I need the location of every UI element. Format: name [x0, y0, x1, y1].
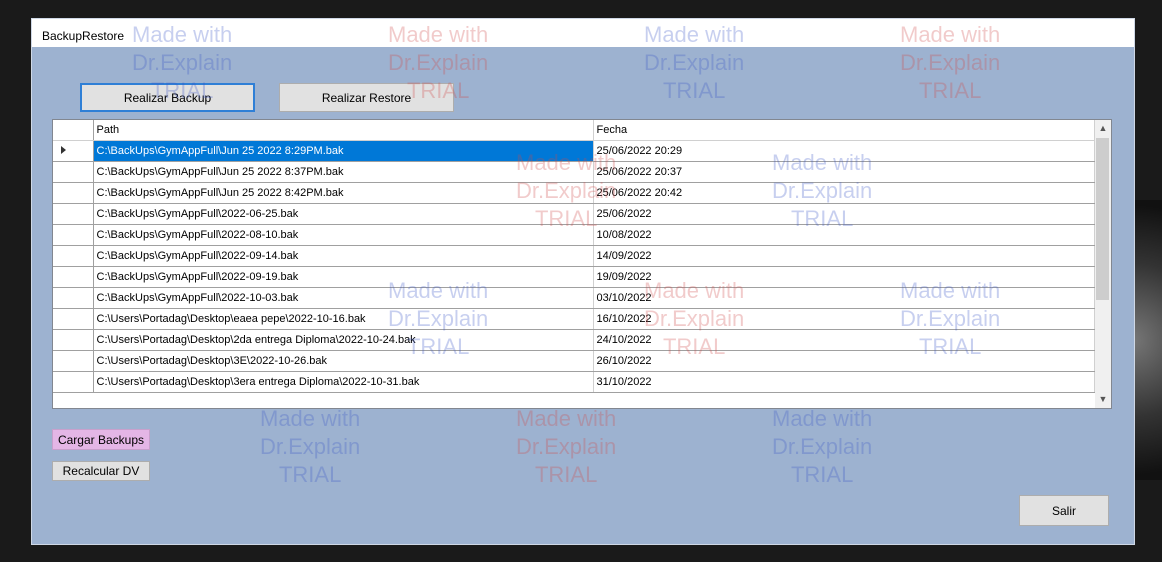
row-header-corner: [53, 120, 94, 141]
cell-fecha[interactable]: 10/08/2022: [593, 224, 1095, 246]
column-header-fecha[interactable]: Fecha: [593, 120, 1095, 141]
backups-table: Path Fecha C:\BackUps\GymAppFull\Jun 25 …: [53, 120, 1095, 393]
scroll-thumb[interactable]: [1096, 138, 1109, 300]
row-header[interactable]: [53, 287, 94, 309]
cell-fecha[interactable]: 19/09/2022: [593, 266, 1095, 288]
row-header[interactable]: [53, 350, 94, 372]
cell-fecha[interactable]: 25/06/2022: [593, 203, 1095, 225]
row-header[interactable]: [53, 203, 94, 225]
table-row[interactable]: C:\Users\Portadag\Desktop\eaea pepe\2022…: [53, 308, 1095, 330]
cell-fecha[interactable]: 26/10/2022: [593, 350, 1095, 372]
realizar-restore-button[interactable]: Realizar Restore: [279, 83, 454, 112]
recalcular-dv-button[interactable]: Recalcular DV: [52, 461, 150, 481]
table-row[interactable]: C:\BackUps\GymAppFull\2022-06-25.bak 25/…: [53, 203, 1095, 225]
trial-watermark: Made with Dr.Explain TRIAL: [260, 406, 361, 487]
table-row[interactable]: C:\BackUps\GymAppFull\Jun 25 2022 8:29PM…: [53, 140, 1095, 162]
row-header[interactable]: [53, 329, 94, 351]
cell-fecha[interactable]: 14/09/2022: [593, 245, 1095, 267]
salir-button[interactable]: Salir: [1019, 495, 1109, 526]
row-header[interactable]: [53, 140, 94, 162]
table-row[interactable]: C:\BackUps\GymAppFull\Jun 25 2022 8:42PM…: [53, 182, 1095, 204]
cell-fecha[interactable]: 25/06/2022 20:37: [593, 161, 1095, 183]
cell-path[interactable]: C:\Users\Portadag\Desktop\3E\2022-10-26.…: [93, 350, 594, 372]
cell-fecha[interactable]: 24/10/2022: [593, 329, 1095, 351]
backup-restore-window: BackupRestore Realizar Backup Realizar R…: [31, 18, 1135, 545]
cell-path[interactable]: C:\BackUps\GymAppFull\Jun 25 2022 8:37PM…: [93, 161, 594, 183]
cell-path[interactable]: C:\BackUps\GymAppFull\2022-10-03.bak: [93, 287, 594, 309]
table-row[interactable]: C:\Users\Portadag\Desktop\3E\2022-10-26.…: [53, 350, 1095, 372]
row-header[interactable]: [53, 371, 94, 393]
cell-path[interactable]: C:\BackUps\GymAppFull\Jun 25 2022 8:29PM…: [93, 140, 594, 162]
cargar-backups-button[interactable]: Cargar Backups: [52, 429, 150, 450]
table-row[interactable]: C:\BackUps\GymAppFull\2022-09-19.bak 19/…: [53, 266, 1095, 288]
cell-fecha[interactable]: 16/10/2022: [593, 308, 1095, 330]
realizar-backup-button[interactable]: Realizar Backup: [80, 83, 255, 112]
cell-path[interactable]: C:\BackUps\GymAppFull\2022-08-10.bak: [93, 224, 594, 246]
row-header[interactable]: [53, 182, 94, 204]
table-row[interactable]: C:\BackUps\GymAppFull\2022-10-03.bak 03/…: [53, 287, 1095, 309]
title-bar: BackupRestore: [32, 19, 1134, 47]
table-row[interactable]: C:\Users\Portadag\Desktop\3era entrega D…: [53, 371, 1095, 393]
table-row[interactable]: C:\BackUps\GymAppFull\2022-08-10.bak 10/…: [53, 224, 1095, 246]
cell-fecha[interactable]: 25/06/2022 20:29: [593, 140, 1095, 162]
cell-path[interactable]: C:\Users\Portadag\Desktop\2da entrega Di…: [93, 329, 594, 351]
chevron-up-icon[interactable]: ▲: [1095, 120, 1111, 137]
cell-fecha[interactable]: 25/06/2022 20:42: [593, 182, 1095, 204]
cell-path[interactable]: C:\Users\Portadag\Desktop\3era entrega D…: [93, 371, 594, 393]
cell-fecha[interactable]: 03/10/2022: [593, 287, 1095, 309]
cell-path[interactable]: C:\Users\Portadag\Desktop\eaea pepe\2022…: [93, 308, 594, 330]
row-header[interactable]: [53, 308, 94, 330]
cell-path[interactable]: C:\BackUps\GymAppFull\Jun 25 2022 8:42PM…: [93, 182, 594, 204]
cell-path[interactable]: C:\BackUps\GymAppFull\2022-06-25.bak: [93, 203, 594, 225]
arrow-right-icon: [61, 145, 66, 154]
row-header[interactable]: [53, 161, 94, 183]
row-header[interactable]: [53, 266, 94, 288]
table-row[interactable]: C:\Users\Portadag\Desktop\2da entrega Di…: [53, 329, 1095, 351]
row-header[interactable]: [53, 224, 94, 246]
cell-fecha[interactable]: 31/10/2022: [593, 371, 1095, 393]
vertical-scrollbar[interactable]: ▲ ▼: [1095, 120, 1111, 408]
table-header-row: Path Fecha: [53, 120, 1095, 141]
cell-path[interactable]: C:\BackUps\GymAppFull\2022-09-14.bak: [93, 245, 594, 267]
backups-grid[interactable]: Path Fecha C:\BackUps\GymAppFull\Jun 25 …: [52, 119, 1112, 409]
cell-path[interactable]: C:\BackUps\GymAppFull\2022-09-19.bak: [93, 266, 594, 288]
trial-watermark: Made with Dr.Explain TRIAL: [516, 406, 617, 487]
window-title: BackupRestore: [42, 29, 125, 43]
table-row[interactable]: C:\BackUps\GymAppFull\2022-09-14.bak 14/…: [53, 245, 1095, 267]
row-header[interactable]: [53, 245, 94, 267]
chevron-down-icon[interactable]: ▼: [1095, 391, 1111, 408]
column-header-path[interactable]: Path: [93, 120, 594, 141]
trial-watermark: Made with Dr.Explain TRIAL: [772, 406, 873, 487]
table-row[interactable]: C:\BackUps\GymAppFull\Jun 25 2022 8:37PM…: [53, 161, 1095, 183]
